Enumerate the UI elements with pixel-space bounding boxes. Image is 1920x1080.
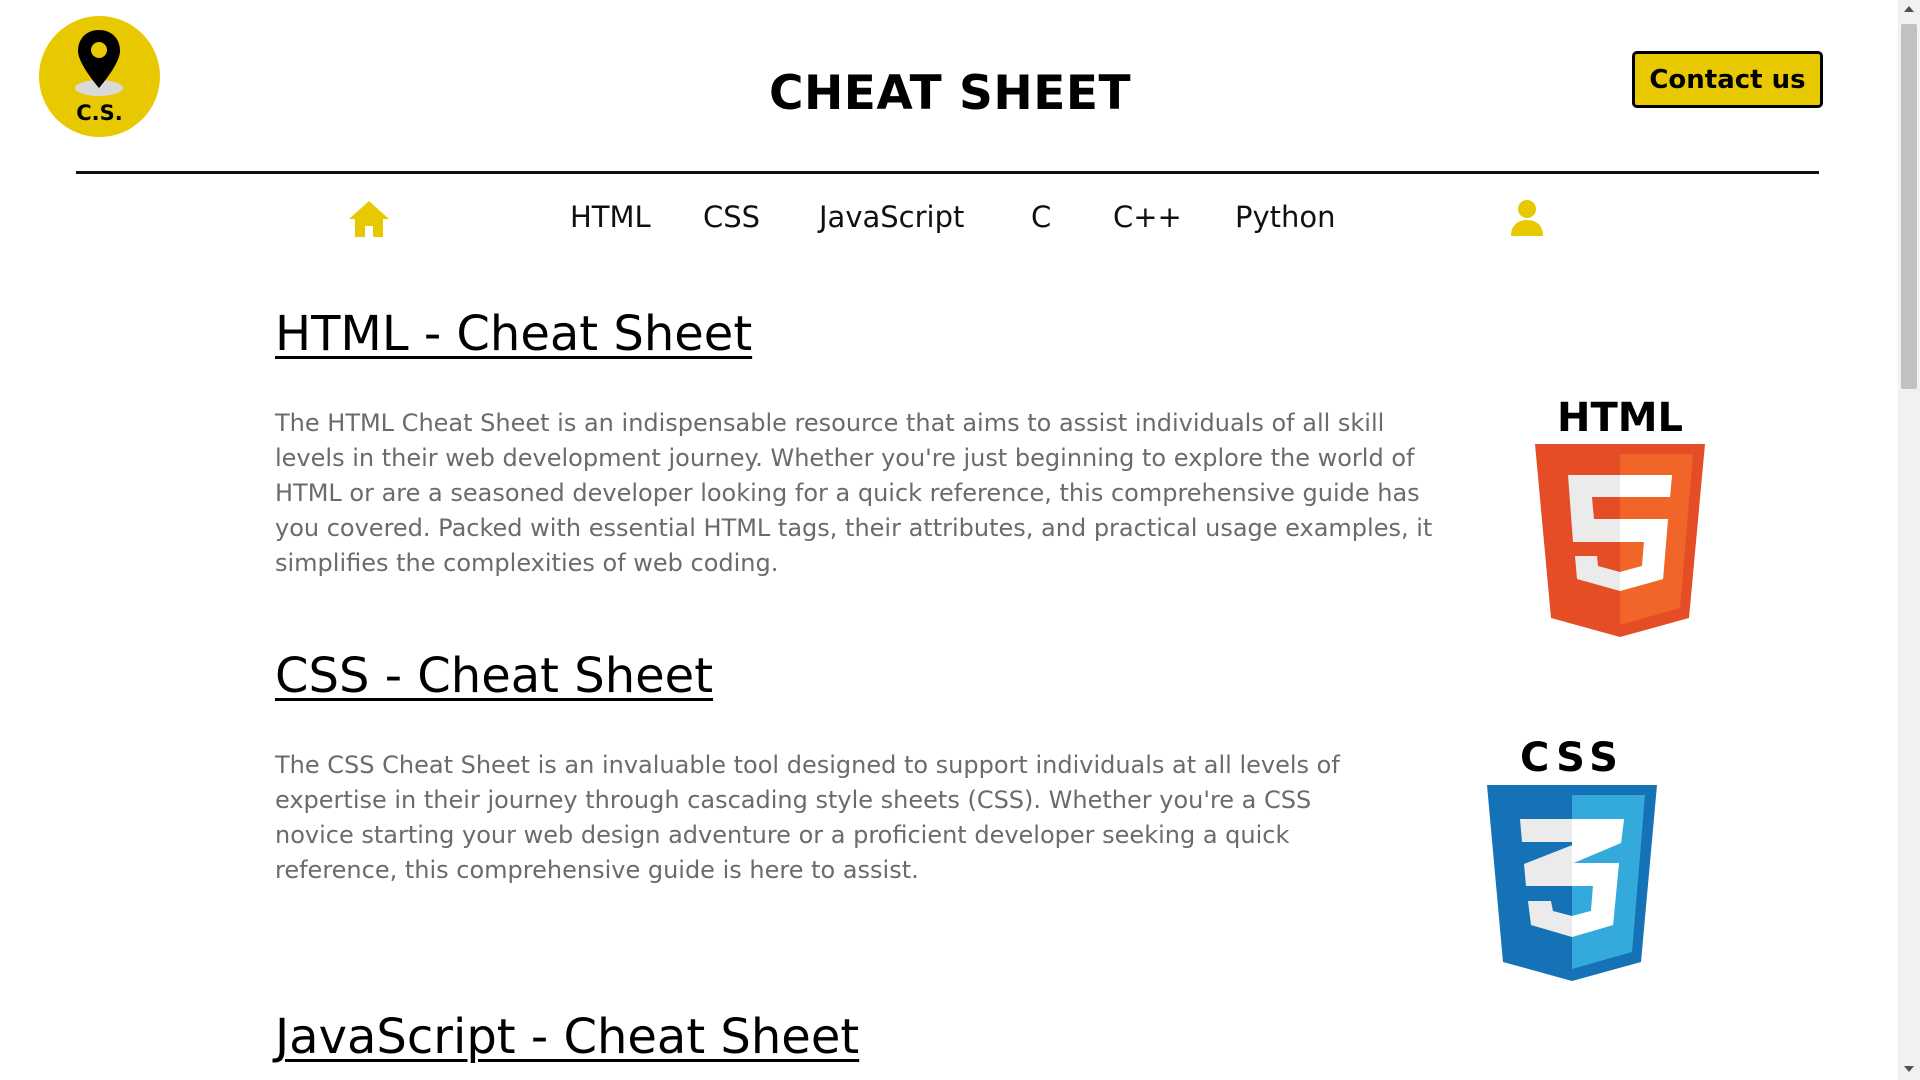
location-pin-icon xyxy=(75,30,123,96)
section-description-html: The HTML Cheat Sheet is an indispensable… xyxy=(275,409,1433,577)
nav-link-c[interactable]: C xyxy=(1031,200,1051,234)
site-logo[interactable]: C.S. xyxy=(39,16,160,137)
section-title-css[interactable]: CSS - Cheat Sheet xyxy=(275,648,713,704)
nav-user-link[interactable] xyxy=(1510,199,1544,241)
css3-logo-label: CSS xyxy=(1520,735,1624,781)
home-icon xyxy=(349,201,389,237)
section-title-html[interactable]: HTML - Cheat Sheet xyxy=(275,306,752,362)
user-icon xyxy=(1511,200,1543,236)
contact-us-button[interactable]: Contact us xyxy=(1632,51,1823,108)
scroll-down-arrow-icon[interactable] xyxy=(1904,1066,1914,1072)
logo-text: C.S. xyxy=(76,101,123,125)
css3-logo: CSS xyxy=(1487,735,1657,981)
nav-link-python[interactable]: Python xyxy=(1235,200,1336,234)
scrollbar-thumb[interactable] xyxy=(1901,24,1917,389)
header-divider xyxy=(76,171,1819,174)
vertical-scrollbar[interactable] xyxy=(1898,0,1920,1080)
html5-logo: HTML xyxy=(1535,395,1705,637)
nav-link-css[interactable]: CSS xyxy=(703,200,760,234)
page-title: CHEAT SHEET xyxy=(768,66,1132,121)
nav-link-javascript[interactable]: JavaScript xyxy=(819,200,964,234)
html5-logo-label: HTML xyxy=(1557,395,1683,441)
nav-home-link[interactable] xyxy=(347,199,391,243)
scroll-up-arrow-icon[interactable] xyxy=(1904,6,1914,12)
nav-link-html[interactable]: HTML xyxy=(570,200,651,234)
section-title-javascript[interactable]: JavaScript - Cheat Sheet xyxy=(275,1009,859,1065)
nav-link-cpp[interactable]: C++ xyxy=(1113,200,1182,234)
page-viewport: C.S. CHEAT SHEET Contact us HTML CSS Jav… xyxy=(0,0,1898,1080)
section-description-css: The CSS Cheat Sheet is an invaluable too… xyxy=(275,751,1340,884)
